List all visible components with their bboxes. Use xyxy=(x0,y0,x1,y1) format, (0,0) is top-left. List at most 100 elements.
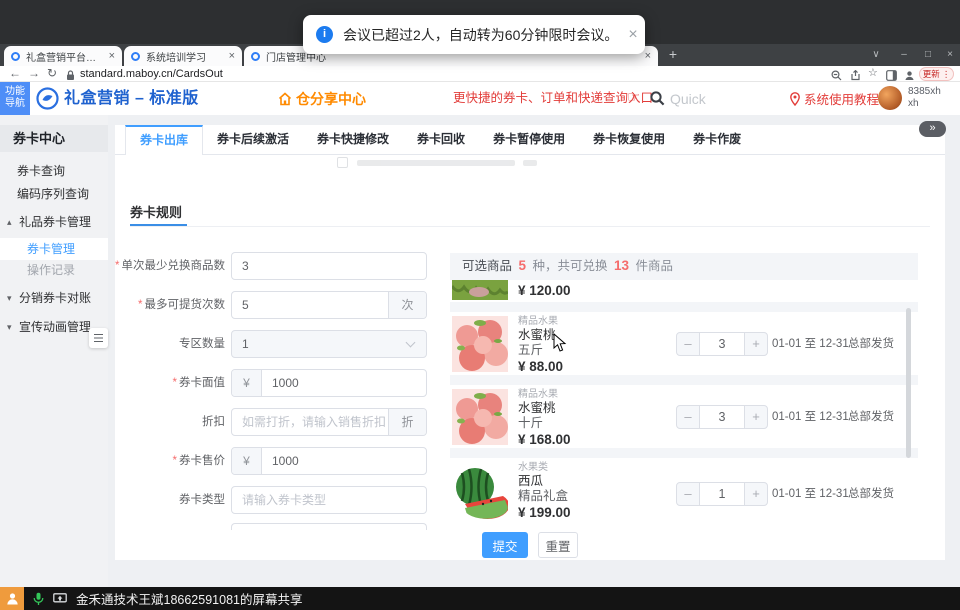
scrollbar-thumb[interactable] xyxy=(906,308,911,458)
minus-button[interactable]: – xyxy=(676,332,700,356)
url-text[interactable]: standard.maboy.cn/CardsOut xyxy=(80,66,223,82)
sidebar-item[interactable]: 编码序列查询 xyxy=(0,183,108,205)
triangle-down-icon: ▾ xyxy=(7,287,12,309)
browser-tab[interactable]: 礼盒营销平台管理中心× xyxy=(4,46,122,66)
sidebar-item[interactable]: ▴礼品券卡管理 xyxy=(0,211,108,233)
text-input[interactable] xyxy=(232,292,388,318)
product-category: 水果类 xyxy=(518,461,571,474)
sidebar-item[interactable]: 券卡管理 xyxy=(0,238,108,260)
field-label-text: 券卡类型 xyxy=(179,494,225,506)
collapse-panel-button[interactable]: » xyxy=(919,121,946,137)
input-field[interactable]: 折 xyxy=(231,408,427,436)
unit-suffix: 折 xyxy=(388,409,426,435)
form-row: 券卡类型 xyxy=(115,486,445,514)
product-spec: 精品礼盒 xyxy=(518,489,571,504)
field-label: *单次最少兑换商品数 xyxy=(115,252,225,280)
summary-label: 可选商品 xyxy=(462,259,512,273)
browser-toolbar: ← → ↻ standard.maboy.cn/CardsOut ☆ 更新 ⋮ xyxy=(0,66,960,82)
tab-6[interactable]: 券卡恢复使用 xyxy=(579,125,679,155)
field-label: *最多可提货次数 xyxy=(115,291,225,319)
browser-tab[interactable]: 系统培训学习× xyxy=(124,46,242,66)
tab-4[interactable]: 券卡回收 xyxy=(403,125,479,155)
sidebar-item-label: 分销券卡对账 xyxy=(0,291,91,305)
minus-button[interactable]: – xyxy=(676,405,700,429)
product-price: ¥ 199.00 xyxy=(518,504,571,521)
plus-button[interactable]: + xyxy=(744,482,768,506)
product-row[interactable]: 精品水果水蜜桃十斤¥ 168.00–3+01-01 至 12-31总部发货 xyxy=(450,385,918,448)
form-row: *单次最少兑换商品数 xyxy=(115,252,445,280)
minus-button[interactable]: – xyxy=(676,482,700,506)
date-range: 01-01 至 12-31 xyxy=(772,410,849,424)
clipped-input xyxy=(231,523,427,530)
promo-text: 更快捷的券卡、订单和快递查询入口 xyxy=(453,82,653,115)
field-label: 专区数量 xyxy=(115,330,225,358)
tab-5[interactable]: 券卡暂停使用 xyxy=(479,125,579,155)
sidebar-item-label: 券卡查询 xyxy=(0,164,65,178)
minimize-icon[interactable]: – xyxy=(892,44,916,66)
quantity-value[interactable]: 3 xyxy=(700,332,744,356)
maximize-icon[interactable]: □ xyxy=(916,44,940,66)
products-panel: 可选商品 5 种，共可兑换 13 件商品 ¥ 120.00精品水果水蜜桃五斤¥ … xyxy=(450,253,918,528)
tab-7[interactable]: 券卡作废 xyxy=(679,125,755,155)
select-field[interactable]: 1 xyxy=(231,330,427,358)
text-input[interactable] xyxy=(262,448,426,474)
plus-button[interactable]: + xyxy=(744,405,768,429)
quick-search[interactable]: Quick xyxy=(650,82,706,115)
person-icon xyxy=(6,592,19,605)
tab-3[interactable]: 券卡快捷修改 xyxy=(303,125,403,155)
tab-close-icon[interactable]: × xyxy=(229,50,235,62)
function-nav-toggle[interactable]: 功能 导航 xyxy=(0,82,30,115)
tab-2[interactable]: 券卡后续激活 xyxy=(203,125,303,155)
input-field[interactable] xyxy=(231,486,427,514)
reload-icon[interactable]: ↻ xyxy=(47,66,57,82)
microphone-icon[interactable] xyxy=(33,592,44,606)
sidebar-item[interactable]: 券卡查询 xyxy=(0,160,108,182)
reset-button[interactable]: 重置 xyxy=(538,532,578,558)
text-input[interactable] xyxy=(232,487,426,513)
new-tab-button[interactable]: + xyxy=(664,46,682,64)
form-row: *最多可提货次数次 xyxy=(115,291,445,319)
star-icon[interactable]: ☆ xyxy=(868,66,878,82)
text-input[interactable] xyxy=(232,409,388,435)
sidebar-collapse-handle[interactable] xyxy=(89,328,108,348)
tutorial-link[interactable]: 系统使用教程 xyxy=(790,82,879,115)
submit-button[interactable]: 提交 xyxy=(482,532,528,558)
back-icon[interactable]: ← xyxy=(9,66,21,82)
text-input[interactable] xyxy=(262,370,426,396)
forward-icon[interactable]: → xyxy=(28,66,40,82)
update-button[interactable]: 更新 ⋮ xyxy=(919,67,954,81)
window-close-icon[interactable]: × xyxy=(938,44,960,66)
sidebar-item[interactable]: 操作记录 xyxy=(0,259,108,281)
quantity-value[interactable]: 1 xyxy=(700,482,744,506)
app-header: 功能 导航 礼盒营销 – 标准版 仓分享中心 更快捷的券卡、订单和快递查询入口 … xyxy=(0,82,960,115)
product-name: 西瓜 xyxy=(518,474,571,489)
tab-close-icon[interactable]: × xyxy=(109,50,115,62)
screencast-icon[interactable] xyxy=(53,593,67,604)
text-input[interactable] xyxy=(232,253,426,279)
share-center-link[interactable]: 仓分享中心 xyxy=(278,82,366,115)
product-texts: 精品水果水蜜桃十斤¥ 168.00 xyxy=(518,388,571,448)
greens-image xyxy=(452,280,508,300)
quantity-value[interactable]: 3 xyxy=(700,405,744,429)
chevron-down-icon[interactable]: ∨ xyxy=(864,44,888,66)
currency-prefix: ¥ xyxy=(232,370,262,396)
product-row[interactable]: ¥ 120.00 xyxy=(450,280,918,302)
tab-close-icon[interactable]: × xyxy=(645,50,651,62)
input-field[interactable]: 次 xyxy=(231,291,427,319)
tab-1[interactable]: 券卡出库 xyxy=(125,125,203,155)
plus-button[interactable]: + xyxy=(744,332,768,356)
input-field[interactable] xyxy=(231,252,427,280)
avatar[interactable] xyxy=(878,86,902,110)
product-row[interactable]: 精品水果水蜜桃五斤¥ 88.00–3+01-01 至 12-31总部发货 xyxy=(450,312,918,375)
field-label: *券卡面值 xyxy=(115,369,225,397)
close-icon[interactable]: × xyxy=(628,26,637,44)
checkbox[interactable] xyxy=(337,157,348,168)
sidebar-item[interactable]: ▾分销券卡对账 xyxy=(0,287,108,309)
product-row[interactable]: 水果类西瓜精品礼盒¥ 199.00–1+01-01 至 12-31总部发货 xyxy=(450,458,918,528)
quantity-stepper: –3+ xyxy=(676,332,768,356)
required-asterisk: * xyxy=(173,377,177,389)
input-field[interactable]: ¥ xyxy=(231,447,427,475)
tutorial-label: 系统使用教程 xyxy=(804,89,879,108)
input-field[interactable]: ¥ xyxy=(231,369,427,397)
function-nav-line1: 功能 xyxy=(0,86,30,98)
